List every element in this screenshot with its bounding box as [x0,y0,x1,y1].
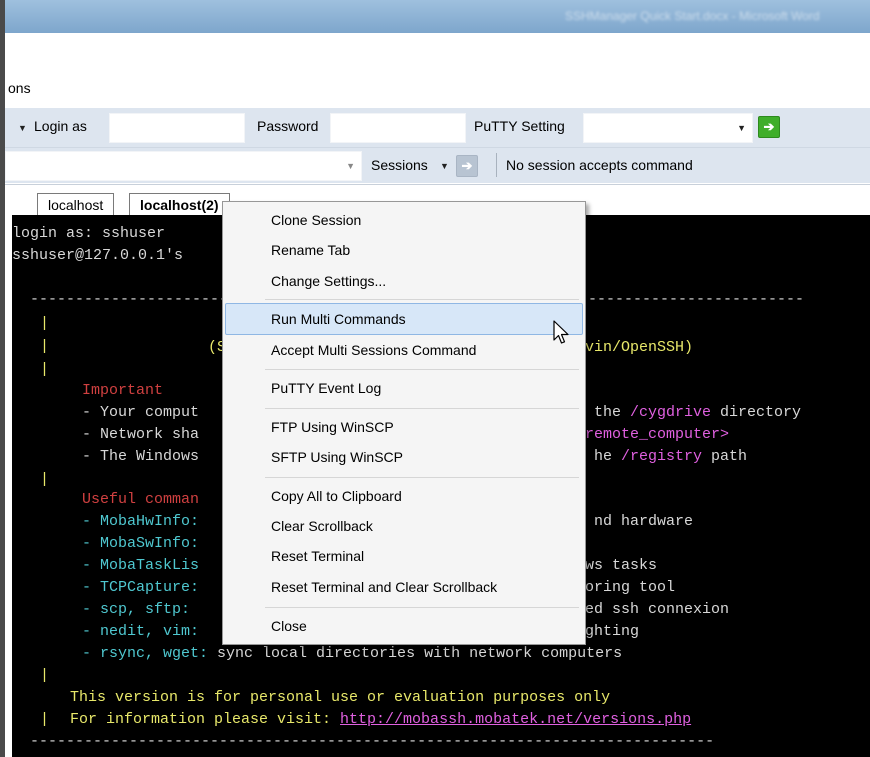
menu-separator [265,607,579,608]
menu-item-copy-all-to-clipboard[interactable]: Copy All to Clipboard [271,488,402,504]
terminal-heading: Important [82,382,164,399]
title-bar: SSHManager Quick Start.docx - Microsoft … [5,0,870,33]
password-input[interactable] [330,113,466,143]
terminal-line: - Network sha [82,426,200,443]
terminal-line: - The Windows [82,448,200,465]
command-toolbar: ▼ Sessions ▼ ➔ No session accepts comman… [5,148,870,183]
menu-item-run-multi-commands[interactable]: Run Multi Commands [271,311,406,327]
tab-localhost[interactable]: localhost [37,193,115,216]
tab-label: localhost(2) [140,197,219,213]
versions-link[interactable]: http://mobassh.mobatek.net/versions.php [340,711,691,728]
terminal-border: | [40,667,50,684]
chevron-down-icon: ▼ [737,123,746,133]
terminal-line: - nedit, vim: [82,623,200,640]
menu-item-close[interactable]: Close [271,618,307,634]
terminal-line: oring tool [585,579,676,596]
terminal-line: vin/OpenSSH) [585,339,694,356]
terminal-line: - rsync, wget: sync local directories wi… [82,645,623,662]
terminal-line: login as: sshuser [12,225,166,242]
terminal-line: sshuser@127.0.0.1's [12,247,184,264]
arrow-right-icon: ➔ [763,119,775,134]
menu-item-ftp-using-winscp[interactable]: FTP Using WinSCP [271,419,394,435]
terminal-line: - MobaSwInfo: [82,535,200,552]
putty-setting-select[interactable]: ▼ [583,113,753,143]
chevron-down-icon: ▼ [346,161,355,171]
menu-item-options[interactable]: ons [8,80,31,96]
menu-separator [265,369,579,370]
menu-item-clone-session[interactable]: Clone Session [271,212,361,228]
menu-item-accept-multi-sessions-command[interactable]: Accept Multi Sessions Command [271,342,476,358]
window-title: SSHManager Quick Start.docx - Microsoft … [565,9,820,23]
menu-separator [265,408,579,409]
menu-item-clear-scrollback[interactable]: Clear Scrollback [271,518,373,534]
terminal-line: ----------------------------------------… [12,733,715,750]
terminal-border: | [40,315,50,332]
terminal-line: ws tasks [585,557,658,574]
menu-separator [265,477,579,478]
mouse-cursor-icon [553,320,569,344]
send-command-button[interactable]: ➔ [456,155,478,177]
terminal-line: he /registry path [594,448,748,465]
command-status-text: No session accepts command [506,157,693,173]
tab-localhost-2[interactable]: localhost(2) [129,193,230,216]
terminal-border: | [40,711,50,728]
menu-item-sftp-using-winscp[interactable]: SFTP Using WinSCP [271,449,403,465]
login-as-input[interactable] [109,113,245,143]
terminal-line: - MobaTaskLis [82,557,200,574]
terminal-line: ed ssh connexion [585,601,730,618]
menu-band [5,33,870,108]
app-window: SSHManager Quick Start.docx - Microsoft … [0,0,870,757]
terminal-line: - TCPCapture: [82,579,200,596]
tab-context-menu: Clone Session Rename Tab Change Settings… [222,201,586,645]
terminal-line: ------------------------ [588,291,805,308]
menu-item-reset-terminal-and-clear-scrollback[interactable]: Reset Terminal and Clear Scrollback [271,579,497,595]
menu-item-change-settings[interactable]: Change Settings... [271,273,386,289]
chevron-down-icon[interactable]: ▼ [18,123,27,133]
login-toolbar: ▼ Login as Password PuTTY Setting ▼ ➔ [5,108,870,148]
terminal-notice: For information please visit: http://mob… [70,711,692,728]
menu-item-reset-terminal[interactable]: Reset Terminal [271,548,364,564]
command-input[interactable]: ▼ [5,151,362,181]
terminal-heading: Useful comman [82,491,200,508]
chevron-down-icon[interactable]: ▼ [440,161,449,171]
login-as-label: Login as [34,118,87,134]
toolbar-divider [496,153,497,177]
terminal-line: ghting [585,623,640,640]
arrow-right-icon: ➔ [461,158,473,173]
menu-item-rename-tab[interactable]: Rename Tab [271,242,350,258]
terminal-border: | [40,361,50,378]
terminal-line: remote_computer> [585,426,730,443]
terminal-border: | [40,338,50,355]
menu-item-putty-event-log[interactable]: PuTTY Event Log [271,380,381,396]
login-go-button[interactable]: ➔ [758,116,780,138]
sessions-label: Sessions [371,157,428,173]
putty-setting-label: PuTTY Setting [474,118,565,134]
menu-separator [265,299,579,300]
password-label: Password [257,118,319,134]
terminal-line: the /cygdrive directory [585,404,802,421]
terminal-notice: This version is for personal use or eval… [70,689,611,706]
terminal-line: nd hardware [594,513,694,530]
terminal-line: - MobaHwInfo: [82,513,200,530]
terminal-border: | [40,471,50,488]
tab-label: localhost [48,197,104,213]
terminal-line: - Your comput [82,404,200,421]
terminal-line: - scp, sftp: [82,601,191,618]
